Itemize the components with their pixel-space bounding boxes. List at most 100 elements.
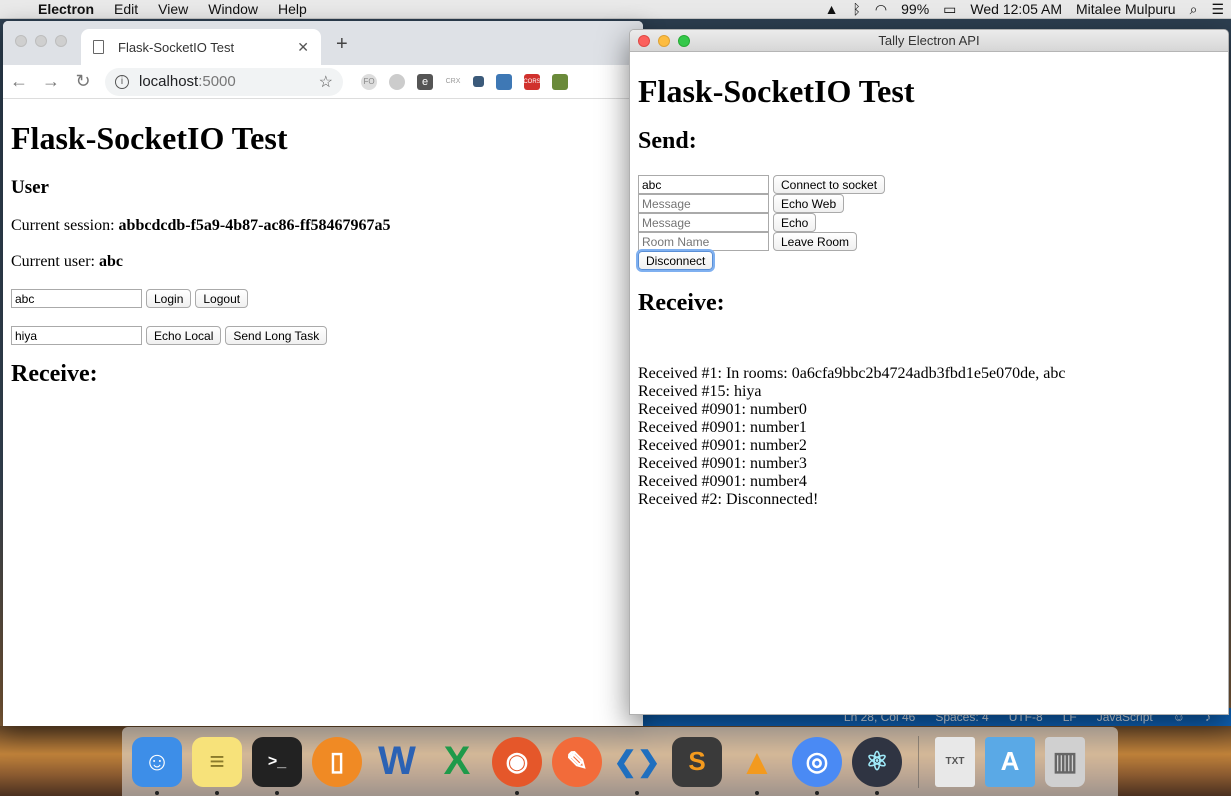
minimize-window-button[interactable] (35, 35, 47, 47)
forward-icon[interactable]: → (35, 71, 67, 92)
extension-feather-icon[interactable] (389, 73, 405, 90)
user-name[interactable]: Mitalee Mulpuru (1069, 1, 1183, 17)
page-icon (93, 40, 104, 54)
vlc-icon[interactable]: ▲ (732, 737, 782, 795)
spotlight-search-icon[interactable]: ⌕ (1183, 1, 1205, 18)
menu-edit[interactable]: Edit (104, 1, 148, 17)
applications-folder-icon[interactable]: A (985, 736, 1035, 787)
running-indicator (815, 790, 819, 795)
echo-web-button[interactable]: Echo Web (773, 194, 845, 213)
clock[interactable]: Wed 12:05 AM (963, 1, 1069, 17)
user-value: abc (98, 253, 123, 270)
chrome-icon[interactable]: ◎ (792, 736, 842, 795)
battery-icon[interactable]: ▭ (936, 1, 963, 18)
python-icon[interactable] (496, 73, 512, 90)
room-name-input[interactable] (638, 232, 769, 251)
site-info-icon[interactable]: i (115, 74, 129, 89)
menu-bar-status: ▲ ᛒ ◠ 99% ▭ Wed 12:05 AM Mitalee Mulpuru… (818, 0, 1231, 19)
menu-bar: Electron Edit View Window Help ▲ ᛒ ◠ 99%… (0, 0, 1231, 19)
terminal-icon[interactable]: >_ (252, 736, 302, 795)
extension-e-icon[interactable]: e (417, 73, 433, 90)
extension-fo-icon[interactable]: FO (361, 73, 377, 90)
reload-icon[interactable]: ↻ (67, 71, 99, 92)
login-button[interactable]: Login (146, 289, 192, 308)
url-port: :5000 (198, 73, 236, 90)
bookmark-star-icon[interactable]: ☆ (319, 72, 333, 92)
postman-icon[interactable]: ✎ (552, 736, 602, 787)
extension-icons: FO e CRX CORS (361, 73, 568, 90)
text-file-icon[interactable]: TXT (935, 736, 975, 787)
login-form: Login Logout (11, 289, 635, 308)
tab-title: Flask-SocketIO Test (118, 39, 235, 55)
sublime-icon[interactable]: S (672, 736, 722, 787)
username-input[interactable] (638, 175, 769, 194)
connect-to-socket-button[interactable]: Connect to socket (773, 175, 886, 194)
word-icon[interactable]: W (372, 737, 422, 787)
extension-cors-icon[interactable]: CORS (523, 73, 541, 90)
extension-image-icon[interactable] (552, 73, 568, 90)
firefox-icon[interactable]: ◉ (492, 736, 542, 795)
notes-icon[interactable]: ≡ (192, 736, 242, 795)
url-host: localhost (139, 73, 199, 90)
vscode-icon[interactable]: ❮❯ (612, 737, 662, 795)
send-form: Connect to socket Echo Web Echo Leave Ro… (638, 175, 1220, 270)
menu-window[interactable]: Window (198, 1, 268, 17)
wifi-icon[interactable]: ◠ (868, 1, 894, 18)
user-heading: User (11, 177, 49, 198)
page-title: Flask-SocketIO Test (11, 120, 288, 156)
page-title: Flask-SocketIO Test (638, 73, 915, 109)
log-entry: Received #0901: number1 (638, 419, 807, 436)
close-window-button[interactable] (638, 35, 650, 47)
message-input[interactable] (638, 213, 769, 232)
receive-heading: Receive: (638, 290, 725, 316)
finder-icon[interactable]: ☺ (132, 736, 182, 795)
send-long-task-button[interactable]: Send Long Task (225, 326, 328, 345)
close-tab-icon[interactable]: ✕ (297, 39, 309, 56)
menu-app-name[interactable]: Electron (28, 1, 104, 17)
chrome-page-content: Flask-SocketIO Test User Current session… (3, 100, 643, 726)
close-window-button[interactable] (15, 35, 27, 47)
new-tab-button[interactable]: + (336, 33, 348, 56)
zoom-window-button[interactable] (55, 35, 67, 47)
disconnect-row: Disconnect (638, 251, 1220, 270)
message-input-web[interactable] (638, 194, 769, 213)
window-title: Tally Electron API (878, 33, 980, 48)
extension-crx-icon[interactable]: CRX (445, 73, 461, 90)
menu-help[interactable]: Help (268, 1, 317, 17)
user-label: Current user: (11, 253, 99, 270)
excel-icon[interactable]: X (432, 737, 482, 787)
session-label: Current session: (11, 217, 119, 234)
echo-input[interactable] (11, 326, 142, 345)
notification-center-icon[interactable]: ☰ (1204, 1, 1231, 18)
echo-local-button[interactable]: Echo Local (146, 326, 222, 345)
menu-view[interactable]: View (148, 1, 198, 17)
echo-button[interactable]: Echo (773, 213, 817, 232)
receive-log: Received #1: In rooms: 0a6cfa9bbc2b4724a… (638, 365, 1220, 509)
ibooks-icon[interactable]: ▯ (312, 736, 362, 787)
zoom-window-button[interactable] (678, 35, 690, 47)
bluetooth-icon[interactable]: ᛒ (846, 1, 868, 17)
leave-room-button[interactable]: Leave Room (773, 232, 858, 251)
electron-icon[interactable]: ⚛ (852, 736, 902, 795)
battery-percent[interactable]: 99% (894, 1, 936, 17)
receive-heading: Receive: (11, 361, 98, 387)
logout-button[interactable]: Logout (195, 289, 249, 308)
chrome-toolbar: ← → ↻ i localhost:5000 ☆ FO e CRX CORS (3, 65, 643, 99)
room-row: Leave Room (638, 232, 1220, 251)
running-indicator (215, 790, 219, 795)
trash-icon[interactable]: ▥ (1045, 736, 1085, 787)
electron-window: Tally Electron API Flask-SocketIO Test S… (629, 29, 1229, 715)
back-icon[interactable]: ← (3, 71, 35, 92)
minimize-window-button[interactable] (658, 35, 670, 47)
extension-square-icon[interactable] (473, 76, 484, 87)
dock-separator (918, 735, 919, 788)
username-input[interactable] (11, 289, 142, 308)
disconnect-button[interactable]: Disconnect (638, 251, 714, 270)
tab-flask-socketio[interactable]: Flask-SocketIO Test ✕ (81, 29, 321, 65)
running-indicator (635, 790, 639, 795)
vlc-menu-icon[interactable]: ▲ (818, 1, 846, 17)
log-entry: Received #0901: number4 (638, 473, 807, 490)
current-user: Current user: abc (11, 253, 635, 271)
address-bar[interactable]: i localhost:5000 ☆ (105, 67, 343, 96)
electron-window-controls (638, 35, 690, 47)
